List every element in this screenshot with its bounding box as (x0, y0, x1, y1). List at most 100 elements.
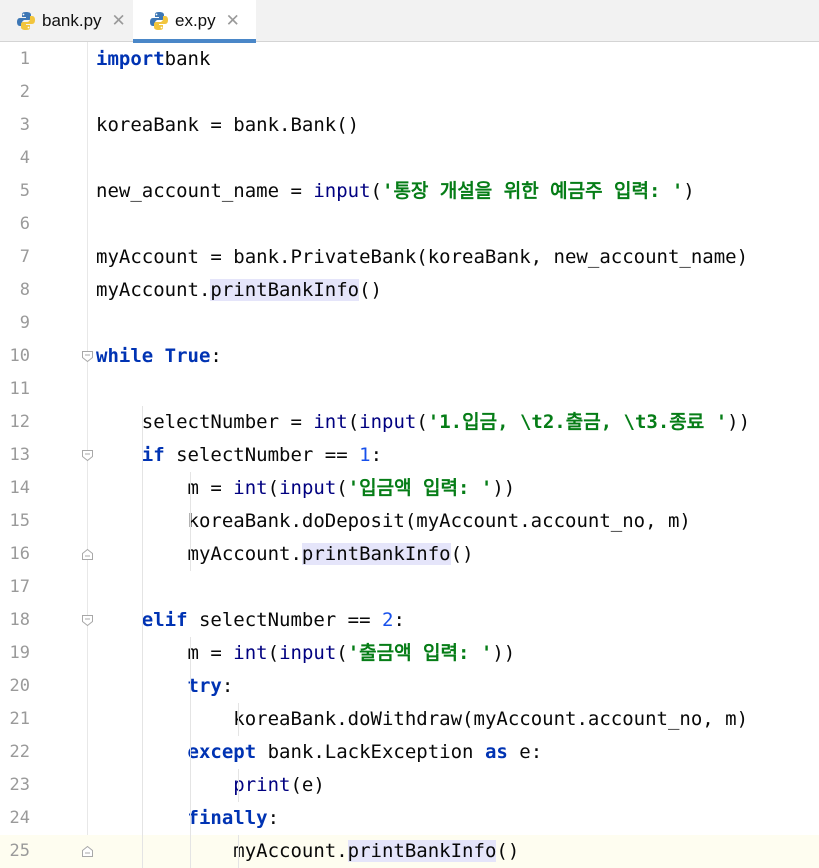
code-token: m = (187, 477, 234, 499)
code-line[interactable]: 16 myAccount.printBankInfo() (0, 538, 819, 571)
line-number: 21 (9, 709, 30, 729)
code-token: ( (336, 642, 348, 664)
code-line[interactable]: 20 try: (0, 670, 819, 703)
line-number: 8 (19, 280, 30, 300)
code-line[interactable]: 7 myAccount = bank.PrivateBank(koreaBank,… (0, 241, 819, 274)
indent-guide (238, 703, 239, 736)
code-line[interactable]: 19 m = int(input('출금액 입력: ')) (0, 637, 819, 670)
number-token: 1 (359, 444, 371, 466)
keyword-token: try (187, 675, 222, 697)
fold-open-icon[interactable] (81, 350, 94, 363)
python-file-icon (150, 12, 168, 30)
code-line[interactable]: 21 koreaBank.doWithdraw(myAccount.accoun… (0, 703, 819, 736)
line-number: 2 (19, 82, 30, 102)
code-token: : (210, 345, 222, 367)
tab-ex-py[interactable]: ex.py ✕ (133, 0, 256, 43)
code-line[interactable]: 4 (0, 142, 819, 175)
code-line[interactable]: 2 (0, 76, 819, 109)
code-text: print(e) (96, 769, 325, 802)
code-line[interactable]: 17 (0, 571, 819, 604)
code-line[interactable]: 18 elif selectNumber == 2: (0, 604, 819, 637)
code-token: () (359, 279, 382, 301)
line-number: 18 (9, 610, 30, 630)
tab-label: ex.py (175, 11, 216, 30)
code-line[interactable]: 5 new_account_name = input('통장 개설을 위한 예금주… (0, 175, 819, 208)
close-icon[interactable]: ✕ (112, 11, 126, 31)
tab-bank-py[interactable]: bank.py ✕ (0, 0, 133, 42)
code-text: finally: (96, 802, 280, 835)
code-line[interactable]: 12 selectNumber = int(input('1.입금, \t2.출… (0, 406, 819, 439)
code-token: )) (727, 411, 751, 433)
number-token: 2 (382, 609, 394, 631)
code-token: myAccount = bank.PrivateBank(koreaBank, … (96, 246, 749, 268)
line-number: 25 (9, 841, 30, 861)
code-line[interactable]: 3 koreaBank = bank.Bank() (0, 109, 819, 142)
code-text: if selectNumber == 1: (96, 439, 382, 472)
code-line[interactable]: 14 m = int(input('입금액 입력: ')) (0, 472, 819, 505)
code-line[interactable]: 10 while True: (0, 340, 819, 373)
fold-end-icon[interactable] (81, 845, 94, 858)
code-text: m = int(input('입금액 입력: ')) (96, 472, 516, 505)
indent-guide (238, 835, 239, 868)
code-token: () (496, 840, 520, 862)
line-number: 11 (9, 379, 30, 399)
line-number: 7 (19, 247, 30, 267)
builtin-token: input (279, 477, 337, 499)
code-line[interactable]: 6 (0, 208, 819, 241)
code-token: ( (267, 642, 280, 664)
keyword-token: while (96, 345, 154, 367)
code-line[interactable]: 13 if selectNumber == 1: (0, 439, 819, 472)
builtin-token: input (359, 411, 417, 433)
indent-guide (238, 769, 239, 802)
code-text: new_account_name = input('통장 개설을 위한 예금주 … (96, 175, 695, 208)
fold-open-icon[interactable] (81, 449, 94, 462)
close-icon[interactable]: ✕ (226, 11, 240, 31)
code-text: m = int(input('출금액 입력: ')) (96, 637, 516, 670)
keyword-token: finally (187, 807, 268, 829)
code-line[interactable]: 22 except bank.LackException as e: (0, 736, 819, 769)
code-text: try: (96, 670, 234, 703)
keyword-token: elif (141, 609, 188, 631)
code-line[interactable]: 9 (0, 307, 819, 340)
highlighted-token: printBankInfo (347, 840, 497, 862)
line-number: 3 (19, 115, 30, 135)
code-line[interactable]: 1 importbank (0, 43, 819, 76)
code-text: except bank.LackException as e: (96, 736, 543, 769)
code-token: selectNumber == (164, 444, 360, 466)
line-number: 24 (9, 808, 30, 828)
line-number: 23 (9, 775, 30, 795)
code-text: koreaBank.doDeposit(myAccount.account_no… (96, 505, 691, 538)
code-line[interactable]: 15 koreaBank.doDeposit(myAccount.account… (0, 505, 819, 538)
code-token: ( (370, 180, 382, 202)
code-token: bank.LackException (256, 741, 485, 763)
code-line[interactable]: 8 myAccount.printBankInfo() (0, 274, 819, 307)
code-line[interactable]: 23 print(e) (0, 769, 819, 802)
keyword-token: import (96, 48, 165, 70)
code-text: myAccount.printBankInfo() (96, 538, 474, 571)
line-number: 15 (9, 511, 30, 531)
code-token: selectNumber == (187, 609, 382, 631)
code-token: (e) (290, 774, 325, 796)
code-token: bank (164, 48, 211, 70)
builtin-token: print (233, 774, 291, 796)
code-line[interactable]: 24 finally: (0, 802, 819, 835)
python-file-icon (17, 12, 35, 30)
code-text: selectNumber = int(input('1.입금, \t2.출금, … (96, 406, 750, 439)
builtin-token: input (279, 642, 337, 664)
code-token: koreaBank.doDeposit(myAccount.account_no… (187, 510, 691, 532)
code-text: myAccount.printBankInfo() (96, 274, 382, 307)
indent-guide (190, 637, 191, 868)
line-number: 5 (19, 181, 30, 201)
code-text: importbank (96, 43, 210, 76)
fold-open-icon[interactable] (81, 614, 94, 627)
code-line[interactable]: 11 (0, 373, 819, 406)
code-token: : (370, 444, 383, 466)
builtin-token: int (313, 411, 348, 433)
indent-guide (190, 472, 191, 571)
line-number: 1 (19, 49, 30, 69)
fold-end-icon[interactable] (81, 548, 94, 561)
line-number: 20 (9, 676, 30, 696)
line-number: 17 (9, 577, 30, 597)
code-line[interactable]: 25 myAccount.printBankInfo() (0, 835, 819, 868)
